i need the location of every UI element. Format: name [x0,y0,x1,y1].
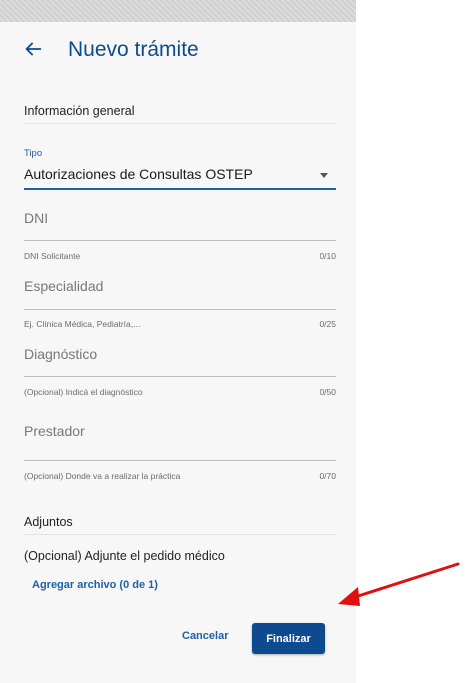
especialidad-input[interactable]: Especialidad [24,278,103,294]
diagnostico-counter: 0/50 [319,387,336,397]
especialidad-counter: 0/25 [319,319,336,329]
select-underline [24,188,336,190]
field-underline [24,309,336,310]
field-underline [24,376,336,377]
divider [24,123,336,124]
field-underline [24,240,336,241]
dni-helper: DNI Solicitante [24,251,81,261]
add-file-link[interactable]: Agregar archivo (0 de 1) [32,579,158,591]
finalize-button[interactable]: Finalizar [252,623,325,654]
tipo-value[interactable]: Autorizaciones de Consultas OSTEP [24,166,253,182]
divider [24,534,336,535]
adjuntos-description: (Opcional) Adjunte el pedido médico [24,549,225,563]
page-title: Nuevo trámite [68,38,199,61]
especialidad-helper: Ej. Clínica Médica, Pediatría,... [24,319,141,329]
annotation-arrow-icon [338,562,460,606]
arrow-left-icon[interactable] [22,38,44,60]
section-title-general: Información general [24,104,135,118]
diagnostico-input[interactable]: Diagnóstico [24,346,97,362]
diagnostico-helper: (Opcional) Indicá el diagnóstico [24,387,143,397]
tipo-label: Tipo [24,148,43,159]
cancel-button[interactable]: Cancelar [182,630,228,642]
prestador-counter: 0/70 [319,471,336,481]
dni-counter: 0/10 [319,251,336,261]
dni-input[interactable]: DNI [24,210,48,226]
app-bar: Nuevo trámite [0,22,356,80]
status-bar [0,0,356,22]
prestador-input[interactable]: Prestador [24,423,85,439]
prestador-helper: (Opcional) Donde va a realizar la prácti… [24,471,181,481]
dropdown-caret-icon[interactable] [320,173,328,178]
field-underline [24,460,336,461]
section-title-adjuntos: Adjuntos [24,515,73,529]
phone-screen: Nuevo trámite Información general Tipo A… [0,0,356,683]
